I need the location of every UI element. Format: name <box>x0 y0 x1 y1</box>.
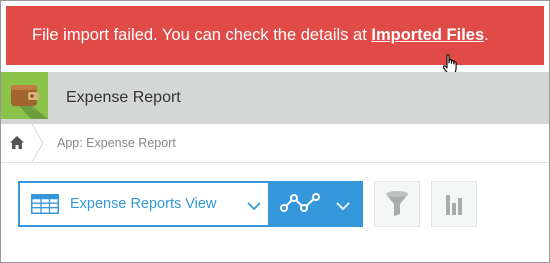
view-selector[interactable]: Expense Reports View <box>18 181 270 227</box>
error-banner: File import failed. You can check the de… <box>6 6 544 76</box>
app-title: Expense Report <box>66 89 181 106</box>
home-icon[interactable] <box>9 135 25 155</box>
wallet-icon <box>1 72 48 119</box>
graph-button[interactable] <box>270 181 363 227</box>
app-window: File import failed. You can check the de… <box>0 0 550 263</box>
filter-button[interactable] <box>374 181 420 227</box>
bar-chart-icon <box>446 195 462 215</box>
breadcrumb-current[interactable]: App: Expense Report <box>57 124 176 162</box>
imported-files-link[interactable]: Imported Files <box>371 26 484 44</box>
filter-icon <box>386 191 408 216</box>
breadcrumb-separator <box>31 123 45 167</box>
error-message-suffix: . <box>484 26 489 44</box>
breadcrumb: App: Expense Report <box>1 123 549 163</box>
chevron-down-icon <box>247 198 261 216</box>
chart-button[interactable] <box>431 181 477 227</box>
error-message: File import failed. You can check the de… <box>32 6 489 65</box>
error-message-text: File import failed. You can check the de… <box>32 26 372 44</box>
view-selector-label: Expense Reports View <box>70 196 217 212</box>
graph-chevron-down-icon <box>336 198 350 216</box>
table-icon <box>31 194 59 219</box>
app-header: Expense Report <box>1 72 549 124</box>
graph-icon <box>280 192 324 221</box>
